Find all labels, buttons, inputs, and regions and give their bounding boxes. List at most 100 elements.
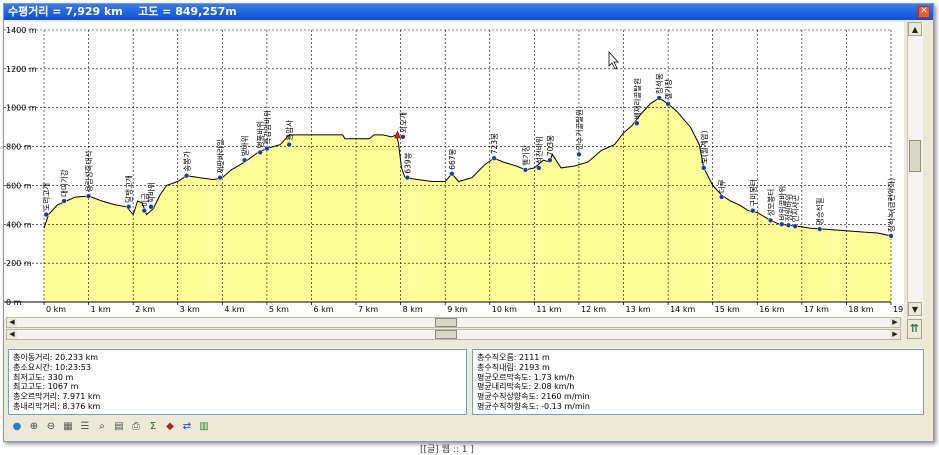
stat-right-line: 총수직내림: 2193 m xyxy=(477,362,550,372)
waypoint-label: 인지샤곤 xyxy=(790,195,800,223)
stat-right-line: 평균내리막속도: 2.08 km/h xyxy=(477,382,575,392)
scroll-right-button-2[interactable]: ▶ xyxy=(890,330,900,339)
horizontal-scrollbar-top[interactable]: ◀ ▶ xyxy=(6,317,901,328)
vertical-scroll-thumb[interactable] xyxy=(909,140,921,172)
x-tick-label: 15 km xyxy=(715,305,740,314)
x-tick-label: 17 km xyxy=(804,305,829,314)
scroll-left-button[interactable]: ◀ xyxy=(7,318,17,327)
x-tick-label: 12 km xyxy=(581,305,606,314)
waypoint-marker xyxy=(576,151,582,157)
background-text: [[글] 웹 :: 1 ] xyxy=(420,445,474,455)
waypoint-label: 달팽고개 xyxy=(124,175,134,203)
waypoint-label: 더루 xyxy=(718,179,727,193)
waypoint-marker xyxy=(43,211,49,218)
stat-right-line: 총수직오름: 2111 m xyxy=(477,353,550,362)
collapse-panel-button[interactable]: ⇈ xyxy=(907,319,922,339)
zoom-out-icon[interactable]: ⊖ xyxy=(44,420,58,434)
waypoint-label: 667봉 xyxy=(448,148,457,169)
stats-panel-right: 총수직오름: 2111 m 총수직내림: 2193 m 평균오르막속도: 1.73 … xyxy=(472,349,924,415)
y-tick-label: 1000 m xyxy=(6,104,37,113)
find-icon[interactable]: ⌕ xyxy=(95,420,109,434)
waypoint-label: 헬기장 xyxy=(520,145,530,166)
waypoint-marker xyxy=(241,157,248,163)
grid-icon[interactable]: ▦ xyxy=(61,420,75,434)
waypoint-label: 도리고개 xyxy=(41,183,51,211)
waypoint-label: 흑감암바위 xyxy=(262,110,272,145)
stat-right-line: 평균수직하향속도: -0.13 m/min xyxy=(477,401,590,411)
x-tick-label: 18 km xyxy=(848,305,873,314)
waypoint-marker xyxy=(184,173,190,179)
sum-icon[interactable]: Σ xyxy=(146,420,160,434)
scroll-left-button-2[interactable]: ◀ xyxy=(7,330,17,339)
waypoint-marker xyxy=(85,193,92,199)
horizontal-scroll-thumb-2[interactable] xyxy=(435,330,457,339)
waypoint-marker xyxy=(547,157,553,163)
waypoint-marker xyxy=(217,175,223,181)
export-icon[interactable]: ▥ xyxy=(197,420,211,434)
globe-icon[interactable]: ● xyxy=(10,420,24,434)
stat-left-line: 총오르막거리: 7.971 km xyxy=(13,392,101,402)
waypoint-label: 모(월계암) xyxy=(699,130,709,164)
waypoint-label: 학바위 xyxy=(146,182,156,203)
waypoint-marker xyxy=(148,204,154,210)
profile-chart[interactable]: 0 km 1 km 2 km 3 km 4 km 5 km 6 km 7 km 8 km 9 km… xyxy=(4,22,904,318)
waypoint-label: 헬기장 xyxy=(663,79,673,100)
stats-panel-left: 총이동거리: 20.233 km 총소요시간: 10:23:53 최저고도: 330… xyxy=(8,349,467,415)
waypoint-marker xyxy=(536,165,542,171)
waypoint-marker xyxy=(404,175,410,181)
x-tick-label: 16 km xyxy=(759,305,784,314)
waypoint-marker xyxy=(665,101,671,107)
waypoint-label: 재판바라일 xyxy=(215,139,225,174)
scroll-right-button[interactable]: ▶ xyxy=(890,318,900,327)
waypoint-label: 외오개 xyxy=(398,112,408,133)
list-icon[interactable]: ☰ xyxy=(78,420,92,434)
waypoint-marker xyxy=(634,120,640,126)
waypoint-marker xyxy=(750,208,756,214)
waypoint-label: 639봉 xyxy=(403,152,412,173)
x-tick-label: 5 km xyxy=(269,305,289,314)
waypoint-label: 발바위 xyxy=(240,135,250,156)
page-icon[interactable]: ▤ xyxy=(112,420,126,434)
horizontal-scroll-thumb[interactable] xyxy=(435,318,457,327)
y-tick-label: 400 m xyxy=(6,220,32,229)
waypoint-label: 석천바위 xyxy=(534,136,544,164)
waypoint-label: 구미봉터 xyxy=(749,179,758,207)
print-icon[interactable]: ⎙ xyxy=(129,420,143,434)
close-button[interactable]: ✕ xyxy=(918,6,930,18)
waypoint-label: 송봉가 xyxy=(183,151,192,172)
waypoint-marker xyxy=(61,198,67,204)
marker-icon[interactable]: ◆ xyxy=(163,420,177,434)
scroll-down-button[interactable]: ▼ xyxy=(908,302,922,316)
waypoint-marker xyxy=(785,222,792,228)
waypoint-label: 용림성흑대석 xyxy=(84,151,94,192)
x-tick-label: 0 km xyxy=(46,305,66,314)
x-tick-label: 4 km xyxy=(224,305,244,314)
profile-chart-svg: 0 km 1 km 2 km 3 km 4 km 5 km 6 km 7 km 8 km 9 km… xyxy=(4,22,904,318)
stat-right-line: 평균수직상향속도: 2160 m/min xyxy=(477,392,590,402)
waypoint-label: 성모봉터 xyxy=(767,189,776,217)
waypoint-marker xyxy=(126,204,132,210)
waypoint-label: 대미기강 xyxy=(59,169,69,197)
y-tick-label: 800 m xyxy=(6,143,32,152)
waypoint-label: 703봉 xyxy=(546,135,555,156)
y-tick-label: 200 m xyxy=(6,259,32,268)
title-bar: 수평거리 = 7,929 km 고도 = 849,257m ✕ xyxy=(4,4,933,20)
x-tick-label: 1 km xyxy=(91,305,111,314)
vertical-scrollbar[interactable]: ▲ ▼ xyxy=(907,22,923,318)
x-tick-label: 9 km xyxy=(447,305,467,314)
waypoint-marker xyxy=(888,233,894,239)
scroll-up-button[interactable]: ▲ xyxy=(908,22,922,36)
waypoint-label: 장석녹(금련약화) xyxy=(886,178,896,232)
waypoint-label: 인수거골탈원 xyxy=(574,109,584,150)
waypoint-marker xyxy=(767,217,774,224)
waypoint-marker xyxy=(400,134,406,140)
x-tick-label: 13 km xyxy=(626,305,651,314)
swap-icon[interactable]: ⇄ xyxy=(180,420,194,434)
horizontal-scrollbar-bottom[interactable]: ◀ ▶ xyxy=(6,329,901,340)
window-title: 수평거리 = 7,929 km 고도 = 849,257m xyxy=(8,5,237,18)
waypoint-marker xyxy=(701,165,707,171)
altitude-profile-window: 수평거리 = 7,929 km 고도 = 849,257m ✕ 0 km 1 km… xyxy=(3,3,934,442)
waypoint-label: 명승석필 xyxy=(815,197,825,225)
zoom-in-icon[interactable]: ⊕ xyxy=(27,420,41,434)
waypoint-marker xyxy=(264,145,270,152)
